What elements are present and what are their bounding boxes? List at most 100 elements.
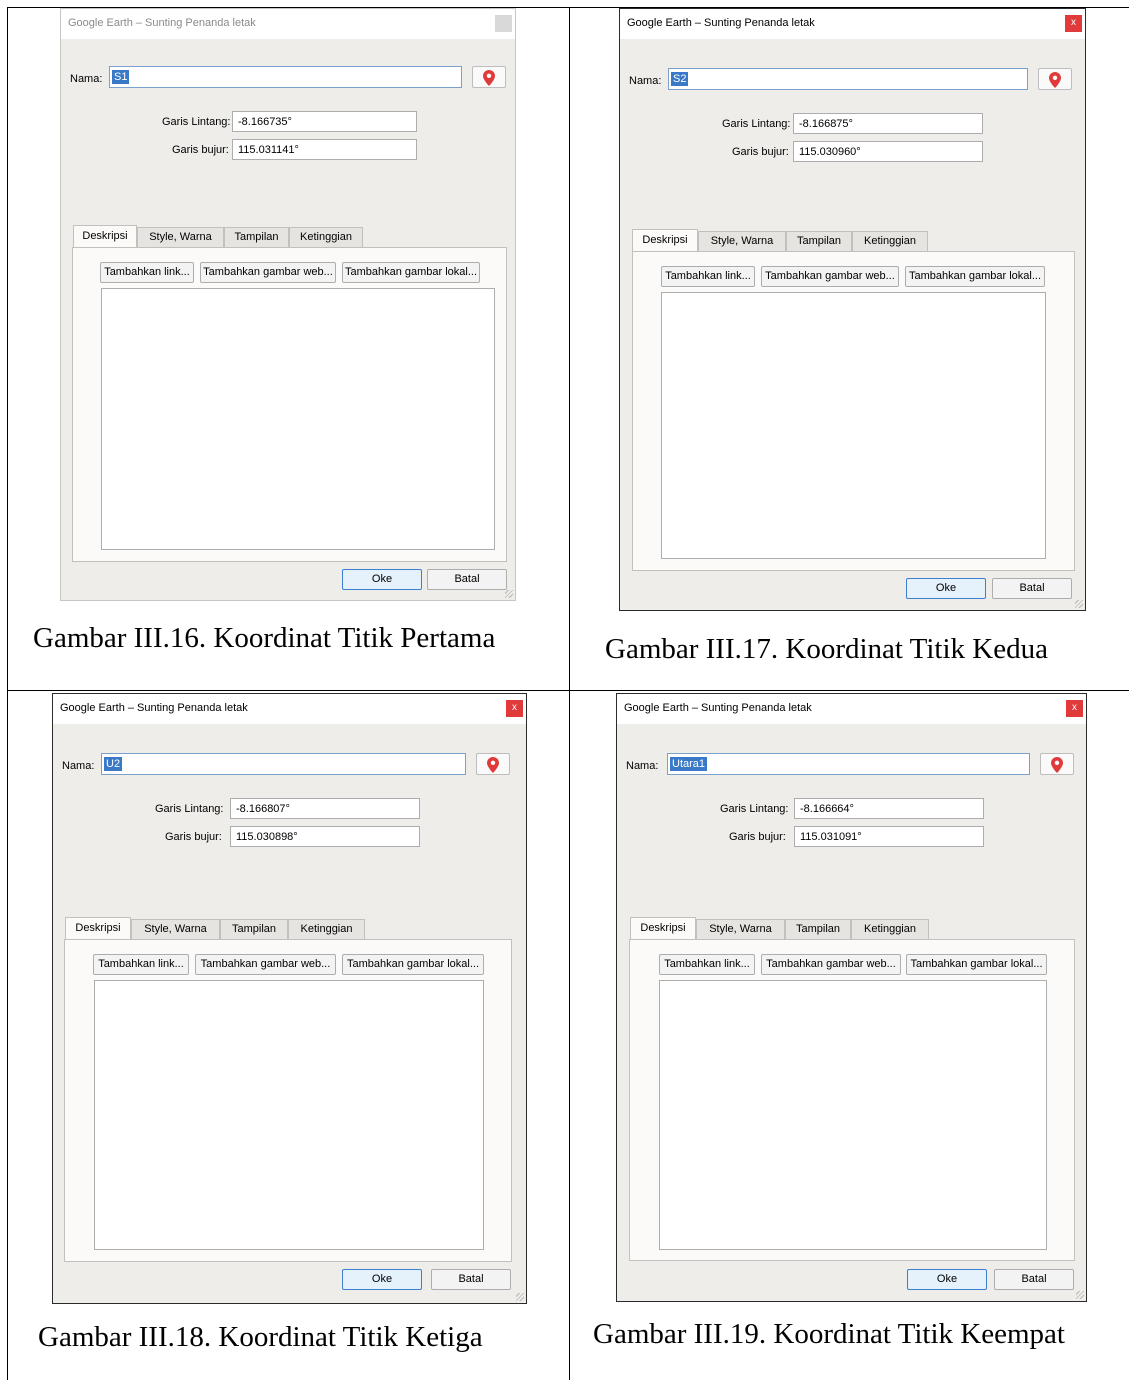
table-border-row (7, 690, 1129, 691)
tab-tampilan[interactable]: Tampilan (785, 919, 851, 939)
add-web-image-button[interactable]: Tambahkan gambar web... (761, 266, 899, 287)
tab-tampilan[interactable]: Tampilan (220, 919, 288, 939)
placemark-pin-icon (1049, 72, 1061, 88)
description-panel: Tambahkan link... Tambahkan gambar web..… (629, 939, 1075, 1261)
name-field[interactable]: S2 (668, 68, 1028, 90)
tab-ketinggian[interactable]: Ketinggian (288, 919, 365, 939)
caption-3: Gambar III.18. Koordinat Titik Ketiga (38, 1321, 483, 1353)
tab-bar: Deskripsi Style, Warna Tampilan Ketinggi… (632, 229, 932, 251)
latitude-field[interactable]: -8.166735° (232, 111, 417, 132)
name-value: Utara1 (670, 757, 708, 771)
add-local-image-button[interactable]: Tambahkan gambar lokal... (342, 954, 484, 975)
dialog-titlebar: Google Earth – Sunting Penanda letak x (53, 694, 526, 724)
dialog-title: Google Earth – Sunting Penanda letak (68, 17, 256, 29)
resize-grip[interactable] (1075, 600, 1083, 608)
name-value: S2 (671, 72, 689, 86)
close-button[interactable]: x (1066, 700, 1083, 717)
tab-deskripsi[interactable]: Deskripsi (630, 917, 696, 939)
tab-style-warna[interactable]: Style, Warna (696, 919, 785, 939)
tab-ketinggian[interactable]: Ketinggian (851, 919, 929, 939)
tab-bar: Deskripsi Style, Warna Tampilan Ketinggi… (65, 917, 375, 939)
description-textarea[interactable] (659, 980, 1047, 1250)
tab-ketinggian[interactable]: Ketinggian (852, 231, 928, 251)
longitude-field[interactable]: 115.031091° (794, 826, 984, 847)
add-web-image-button[interactable]: Tambahkan gambar web... (761, 954, 901, 975)
tab-bar: Deskripsi Style, Warna Tampilan Ketinggi… (73, 225, 373, 247)
description-textarea[interactable] (94, 980, 484, 1250)
add-local-image-button[interactable]: Tambahkan gambar lokal... (905, 266, 1045, 287)
dialog-titlebar: Google Earth – Sunting Penanda letak x (61, 9, 515, 39)
latitude-field[interactable]: -8.166664° (794, 798, 984, 819)
add-link-button[interactable]: Tambahkan link... (100, 262, 194, 283)
ok-button[interactable]: Oke (906, 578, 986, 599)
name-value: U2 (104, 757, 123, 771)
longitude-label: Garis bujur: (172, 144, 229, 156)
longitude-label: Garis bujur: (165, 831, 222, 843)
name-label: Nama: (626, 760, 659, 772)
placemark-icon-button[interactable] (476, 753, 510, 775)
tab-style-warna[interactable]: Style, Warna (698, 231, 786, 251)
dialog-title: Google Earth – Sunting Penanda letak (627, 17, 815, 29)
close-button[interactable]: x (506, 700, 523, 717)
resize-grip[interactable] (516, 1293, 524, 1301)
tab-deskripsi[interactable]: Deskripsi (65, 917, 131, 939)
description-textarea[interactable] (661, 292, 1046, 559)
name-value: S1 (112, 70, 130, 84)
tab-style-warna[interactable]: Style, Warna (137, 227, 224, 247)
close-button[interactable]: x (495, 15, 512, 32)
add-web-image-button[interactable]: Tambahkan gambar web... (200, 262, 336, 283)
latitude-label: Garis Lintang: (162, 116, 231, 128)
ok-button[interactable]: Oke (907, 1269, 987, 1290)
add-link-button[interactable]: Tambahkan link... (661, 266, 755, 287)
dialog-title: Google Earth – Sunting Penanda letak (60, 702, 248, 714)
edit-placemark-dialog-2: Google Earth – Sunting Penanda letak x N… (619, 8, 1086, 611)
edit-placemark-dialog-4: Google Earth – Sunting Penanda letak x N… (616, 693, 1087, 1302)
longitude-field[interactable]: 115.031141° (232, 139, 417, 160)
tab-ketinggian[interactable]: Ketinggian (289, 227, 363, 247)
close-button[interactable]: x (1065, 15, 1082, 32)
add-local-image-button[interactable]: Tambahkan gambar lokal... (342, 262, 480, 283)
tab-style-warna[interactable]: Style, Warna (131, 919, 220, 939)
edit-placemark-dialog-1: Google Earth – Sunting Penanda letak x N… (60, 8, 516, 601)
cancel-button[interactable]: Batal (994, 1269, 1074, 1290)
add-link-button[interactable]: Tambahkan link... (659, 954, 755, 975)
tab-tampilan[interactable]: Tampilan (224, 227, 289, 247)
ok-button[interactable]: Oke (342, 1269, 422, 1290)
latitude-field[interactable]: -8.166807° (230, 798, 420, 819)
placemark-icon-button[interactable] (1040, 753, 1074, 775)
description-textarea[interactable] (101, 288, 495, 550)
longitude-field[interactable]: 115.030898° (230, 826, 420, 847)
ok-button[interactable]: Oke (342, 569, 422, 590)
placemark-pin-icon (487, 757, 499, 773)
resize-grip[interactable] (1076, 1291, 1084, 1299)
dialog-title: Google Earth – Sunting Penanda letak (624, 702, 812, 714)
placemark-pin-icon (1051, 757, 1063, 773)
latitude-label: Garis Lintang: (155, 803, 224, 815)
tab-deskripsi[interactable]: Deskripsi (73, 225, 137, 247)
add-web-image-button[interactable]: Tambahkan gambar web... (195, 954, 336, 975)
name-label: Nama: (70, 73, 103, 85)
latitude-label: Garis Lintang: (720, 803, 789, 815)
cancel-button[interactable]: Batal (431, 1269, 511, 1290)
tab-tampilan[interactable]: Tampilan (786, 231, 852, 251)
cancel-button[interactable]: Batal (992, 578, 1072, 599)
caption-1: Gambar III.16. Koordinat Titik Pertama (33, 622, 496, 654)
placemark-icon-button[interactable] (1038, 68, 1072, 90)
description-panel: Tambahkan link... Tambahkan gambar web..… (72, 247, 507, 562)
name-field[interactable]: S1 (109, 66, 462, 88)
name-field[interactable]: U2 (101, 753, 466, 775)
placemark-icon-button[interactable] (472, 66, 506, 88)
latitude-field[interactable]: -8.166875° (793, 113, 983, 134)
table-border-middle (569, 7, 570, 1380)
table-border-left (7, 7, 8, 1380)
longitude-field[interactable]: 115.030960° (793, 141, 983, 162)
name-label: Nama: (62, 760, 95, 772)
cancel-button[interactable]: Batal (427, 569, 507, 590)
description-panel: Tambahkan link... Tambahkan gambar web..… (632, 251, 1075, 571)
add-link-button[interactable]: Tambahkan link... (93, 954, 189, 975)
tab-deskripsi[interactable]: Deskripsi (632, 229, 698, 251)
resize-grip[interactable] (505, 590, 513, 598)
add-local-image-button[interactable]: Tambahkan gambar lokal... (906, 954, 1047, 975)
name-field[interactable]: Utara1 (667, 753, 1030, 775)
placemark-pin-icon (483, 70, 495, 86)
